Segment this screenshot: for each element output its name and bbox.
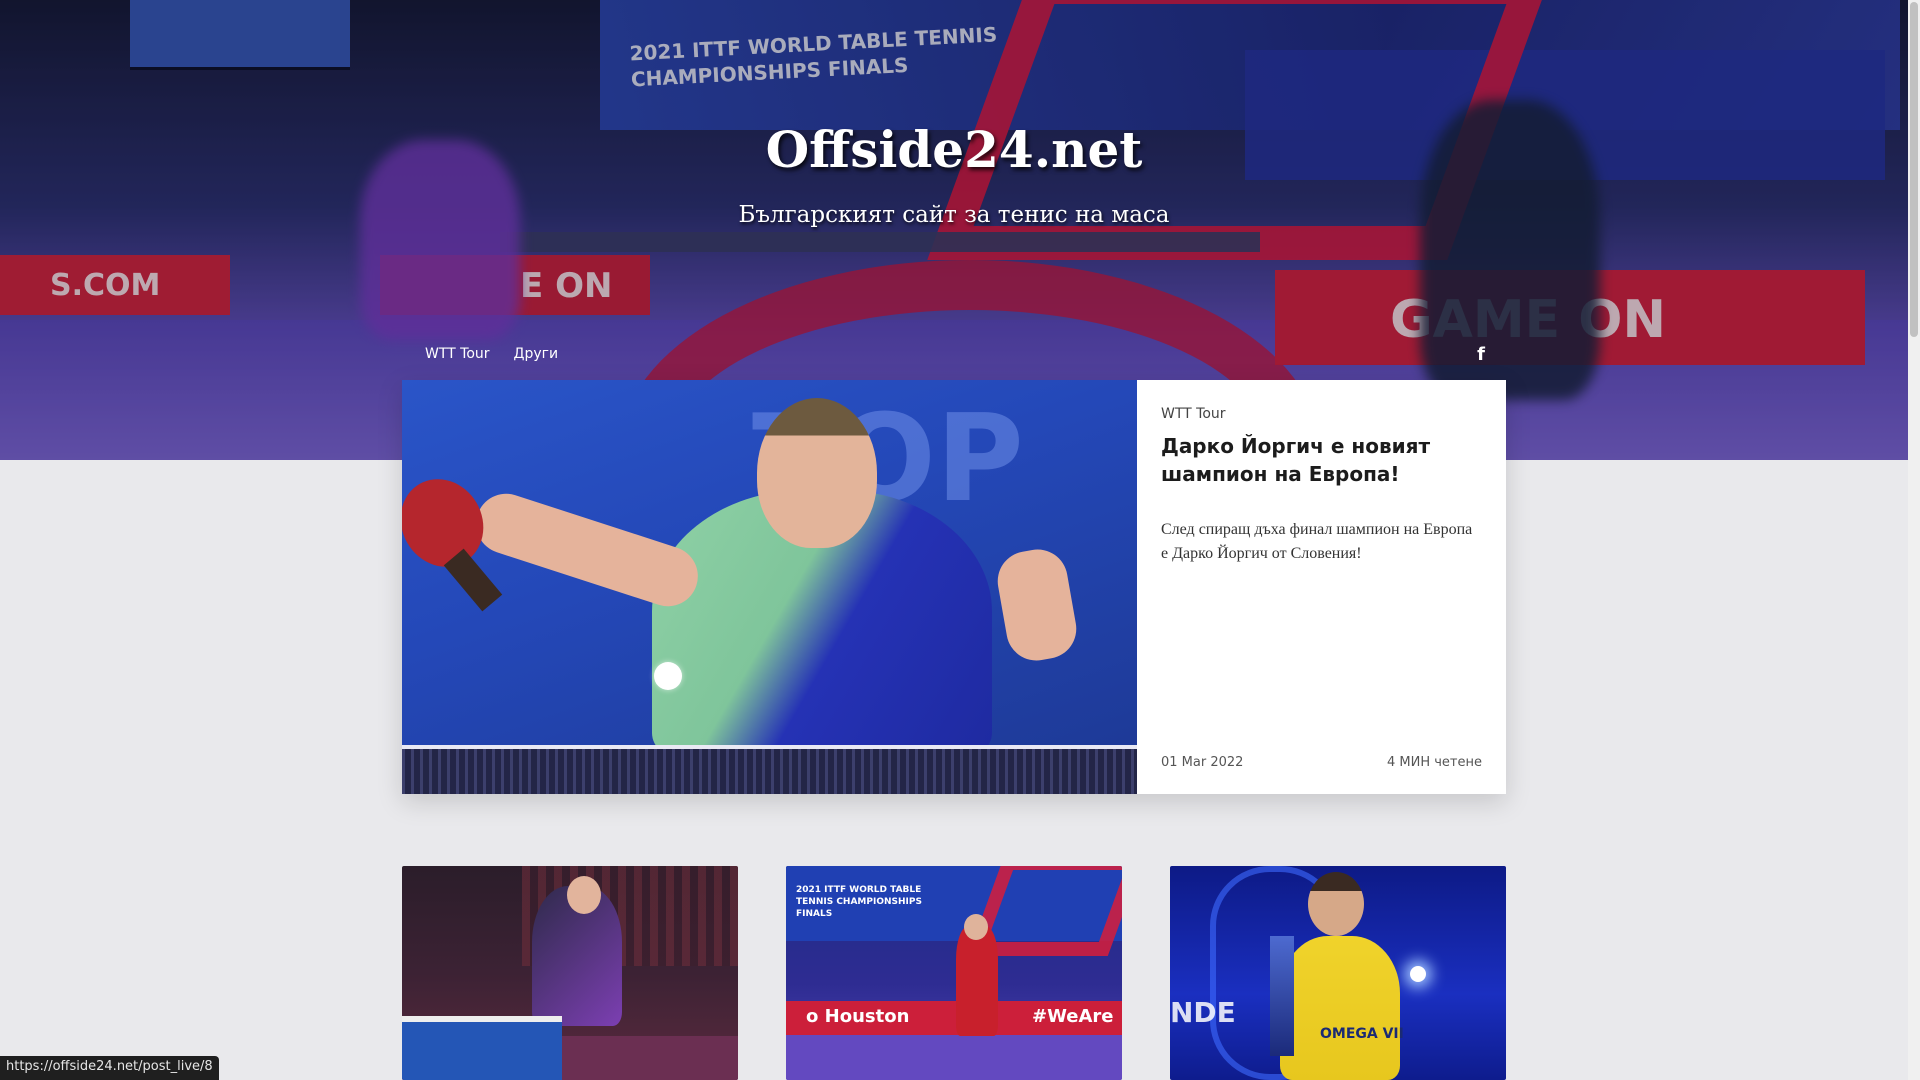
ball xyxy=(654,662,682,690)
card-banner-text: #WeAre xyxy=(1032,1006,1114,1027)
scrollbar-thumb[interactable] xyxy=(1910,2,1918,337)
post-category[interactable]: WTT Tour xyxy=(1161,406,1482,422)
main-nav: WTT Tour Други xyxy=(425,346,558,362)
paddle-handle xyxy=(443,548,503,612)
card-image-text: 2021 ITTF WORLD TABLE TENNIS CHAMPIONSHI… xyxy=(796,885,922,919)
post-read-time: 4 МИН четене xyxy=(1387,755,1482,770)
site-title[interactable]: Offside24.net xyxy=(0,120,1908,179)
card-banner-text: o Houston xyxy=(806,1006,910,1027)
table-image xyxy=(402,1016,562,1080)
card-image-text: NDE xyxy=(1170,996,1236,1029)
post-excerpt: След спиращ дъха финал шампион на Европа… xyxy=(1161,521,1473,562)
post-card[interactable]: NDE OMEGA VII xyxy=(1170,866,1506,1080)
nav-item-others[interactable]: Други xyxy=(514,346,559,362)
status-bar-url: https://offside24.net/post_live/8 xyxy=(0,1056,219,1080)
table-net xyxy=(402,745,1137,794)
post-title[interactable]: Дарко Йоргич е новият шампион на Европа! xyxy=(1161,432,1482,488)
jersey-text: OMEGA VII xyxy=(1320,1026,1404,1042)
featured-post-body: WTT Tour Дарко Йоргич е новият шампион н… xyxy=(1137,380,1506,794)
post-card[interactable] xyxy=(402,866,738,1080)
player-figure xyxy=(1280,936,1400,1080)
nav-item-wtt-tour[interactable]: WTT Tour xyxy=(425,346,490,362)
player-head xyxy=(757,398,877,548)
trophy-icon xyxy=(1270,936,1294,1056)
featured-post-image[interactable]: TOP 16 xyxy=(402,380,1137,794)
post-date: 01 Mar 2022 xyxy=(1161,755,1244,770)
player-arm xyxy=(468,485,706,615)
site-subtitle: Българският сайт за тенис на маса xyxy=(738,202,1170,228)
player-figure xyxy=(956,926,998,1036)
player-head xyxy=(964,914,988,940)
player-head xyxy=(567,876,601,914)
post-card[interactable]: 2021 ITTF WORLD TABLE TENNIS CHAMPIONSHI… xyxy=(786,866,1122,1080)
facebook-icon[interactable]: f xyxy=(1474,345,1488,365)
featured-post-card[interactable]: TOP 16 WTT Tour Дарко Йоргич е новият ша… xyxy=(402,380,1506,794)
page-scrollbar[interactable] xyxy=(1908,0,1920,1080)
player-head xyxy=(1308,872,1364,936)
